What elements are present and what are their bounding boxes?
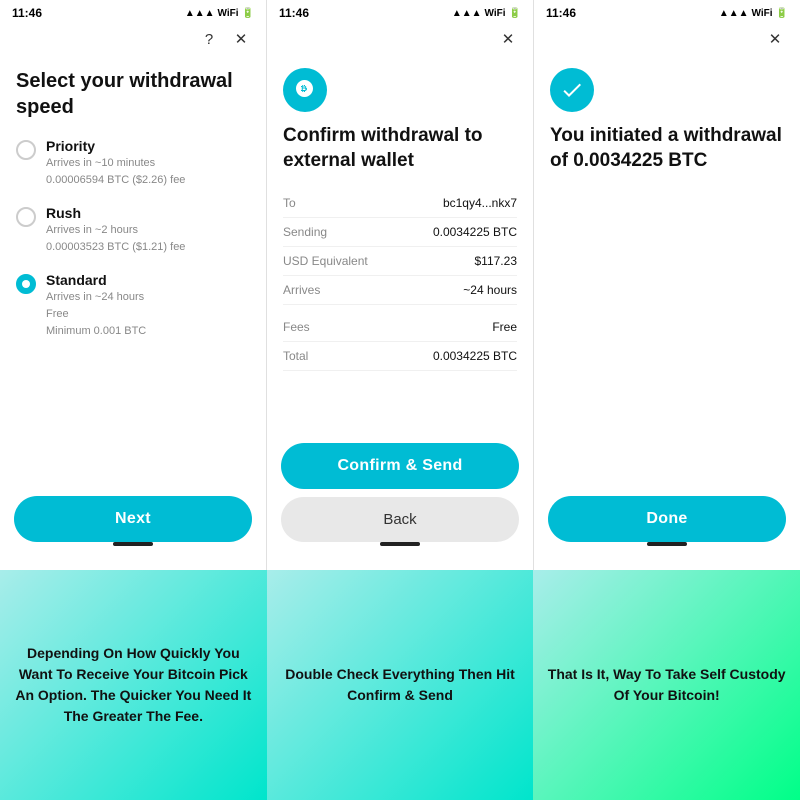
to-label: To — [283, 196, 296, 210]
signal-icon-2: ▲▲▲ — [452, 8, 482, 19]
home-indicator-2 — [380, 542, 420, 546]
caption-text-3: That Is It, Way To Take Self Custody Of … — [545, 664, 788, 706]
screen3-header: ✕ — [534, 24, 800, 58]
screen2-header: ✕ — [267, 24, 533, 58]
status-icons-3: ▲▲▲ WiFi 🔋 — [719, 8, 788, 19]
status-icons-2: ▲▲▲ WiFi 🔋 — [452, 8, 521, 19]
screen1-footer: Next — [0, 486, 266, 570]
fees-label: Fees — [283, 320, 310, 334]
back-button[interactable]: Back — [281, 497, 519, 542]
rush-details: Rush Arrives in ~2 hours 0.00003523 BTC … — [46, 205, 185, 256]
screen3-content: You initiated a withdrawal of 0.0034225 … — [534, 58, 800, 486]
standard-desc1: Arrives in ~24 hours — [46, 290, 146, 305]
usd-value: $117.23 — [475, 254, 518, 268]
detail-usd: USD Equivalent $117.23 — [283, 247, 517, 276]
home-indicator-3 — [647, 542, 687, 546]
fees-value: Free — [492, 320, 517, 334]
bitcoin-svg — [293, 78, 317, 102]
confirm-send-button[interactable]: Confirm & Send — [281, 443, 519, 489]
detail-sending: Sending 0.0034225 BTC — [283, 218, 517, 247]
detail-arrives: Arrives ~24 hours — [283, 276, 517, 305]
home-indicator-1 — [113, 542, 153, 546]
battery-icon: 🔋 — [242, 8, 254, 19]
rush-desc1: Arrives in ~2 hours — [46, 223, 185, 238]
screen-3: 11:46 ▲▲▲ WiFi 🔋 ✕ You initiated a withd… — [534, 0, 800, 570]
standard-desc2: Free — [46, 307, 146, 322]
screen2-footer: Confirm & Send Back — [267, 433, 533, 570]
screen1-header: ? ✕ — [0, 24, 266, 58]
rush-desc2: 0.00003523 BTC ($1.21) fee — [46, 240, 185, 255]
priority-desc2: 0.00006594 BTC ($2.26) fee — [46, 173, 185, 188]
screen1-title: Select your withdrawal speed — [16, 68, 250, 120]
total-value: 0.0034225 BTC — [433, 349, 517, 363]
rush-option[interactable]: Rush Arrives in ~2 hours 0.00003523 BTC … — [16, 205, 250, 256]
detail-fees: Fees Free — [283, 313, 517, 342]
caption-text-2: Double Check Everything Then Hit Confirm… — [279, 664, 522, 706]
battery-icon-2: 🔋 — [509, 8, 521, 19]
status-bar-1: 11:46 ▲▲▲ WiFi 🔋 — [0, 0, 266, 24]
status-bar-2: 11:46 ▲▲▲ WiFi 🔋 — [267, 0, 533, 24]
screen3-title: You initiated a withdrawal of 0.0034225 … — [550, 124, 784, 173]
priority-desc1: Arrives in ~10 minutes — [46, 156, 185, 171]
priority-label: Priority — [46, 138, 185, 154]
sending-value: 0.0034225 BTC — [433, 225, 517, 239]
close-icon-2[interactable]: ✕ — [497, 28, 519, 50]
detail-total: Total 0.0034225 BTC — [283, 342, 517, 371]
to-value: bc1qy4...nkx7 — [443, 196, 517, 210]
wifi-icon: WiFi — [218, 8, 239, 19]
standard-option[interactable]: Standard Arrives in ~24 hours Free Minim… — [16, 272, 250, 340]
status-bar-3: 11:46 ▲▲▲ WiFi 🔋 — [534, 0, 800, 24]
rush-radio[interactable] — [16, 207, 36, 227]
next-button[interactable]: Next — [14, 496, 252, 542]
priority-radio[interactable] — [16, 140, 36, 160]
screen-2: 11:46 ▲▲▲ WiFi 🔋 ✕ Confirm withdrawal to… — [267, 0, 534, 570]
radio-inner — [22, 280, 30, 288]
captions-row: Depending On How Quickly You Want To Rec… — [0, 570, 800, 800]
fees-section: Fees Free Total 0.0034225 BTC — [283, 313, 517, 371]
close-icon-3[interactable]: ✕ — [764, 28, 786, 50]
screen1-content: Select your withdrawal speed Priority Ar… — [0, 58, 266, 486]
arrives-value: ~24 hours — [463, 283, 517, 297]
caption-text-1: Depending On How Quickly You Want To Rec… — [12, 643, 255, 727]
sending-label: Sending — [283, 225, 327, 239]
battery-icon-3: 🔋 — [776, 8, 788, 19]
check-circle-icon — [550, 68, 594, 112]
standard-desc3: Minimum 0.001 BTC — [46, 324, 146, 339]
screen-1: 11:46 ▲▲▲ WiFi 🔋 ? ✕ Select your withdra… — [0, 0, 267, 570]
done-button[interactable]: Done — [548, 496, 786, 542]
time-2: 11:46 — [279, 6, 309, 20]
check-svg — [560, 78, 584, 102]
caption-3: That Is It, Way To Take Self Custody Of … — [533, 570, 800, 800]
caption-2: Double Check Everything Then Hit Confirm… — [267, 570, 534, 800]
standard-radio[interactable] — [16, 274, 36, 294]
standard-label: Standard — [46, 272, 146, 288]
wifi-icon-2: WiFi — [485, 8, 506, 19]
screen3-footer: Done — [534, 486, 800, 570]
bitcoin-icon — [283, 68, 327, 112]
help-icon[interactable]: ? — [198, 28, 220, 50]
signal-icon-3: ▲▲▲ — [719, 8, 749, 19]
details-section: To bc1qy4...nkx7 Sending 0.0034225 BTC U… — [283, 189, 517, 305]
close-icon-1[interactable]: ✕ — [230, 28, 252, 50]
time-3: 11:46 — [546, 6, 576, 20]
signal-icon: ▲▲▲ — [185, 8, 215, 19]
screen2-title: Confirm withdrawal to external wallet — [283, 124, 517, 173]
status-icons-1: ▲▲▲ WiFi 🔋 — [185, 8, 254, 19]
total-label: Total — [283, 349, 308, 363]
detail-to: To bc1qy4...nkx7 — [283, 189, 517, 218]
wifi-icon-3: WiFi — [752, 8, 773, 19]
rush-label: Rush — [46, 205, 185, 221]
priority-details: Priority Arrives in ~10 minutes 0.000065… — [46, 138, 185, 189]
priority-option[interactable]: Priority Arrives in ~10 minutes 0.000065… — [16, 138, 250, 189]
arrives-label: Arrives — [283, 283, 320, 297]
standard-details: Standard Arrives in ~24 hours Free Minim… — [46, 272, 146, 340]
caption-1: Depending On How Quickly You Want To Rec… — [0, 570, 267, 800]
screen2-content: Confirm withdrawal to external wallet To… — [267, 58, 533, 433]
time-1: 11:46 — [12, 6, 42, 20]
usd-label: USD Equivalent — [283, 254, 368, 268]
